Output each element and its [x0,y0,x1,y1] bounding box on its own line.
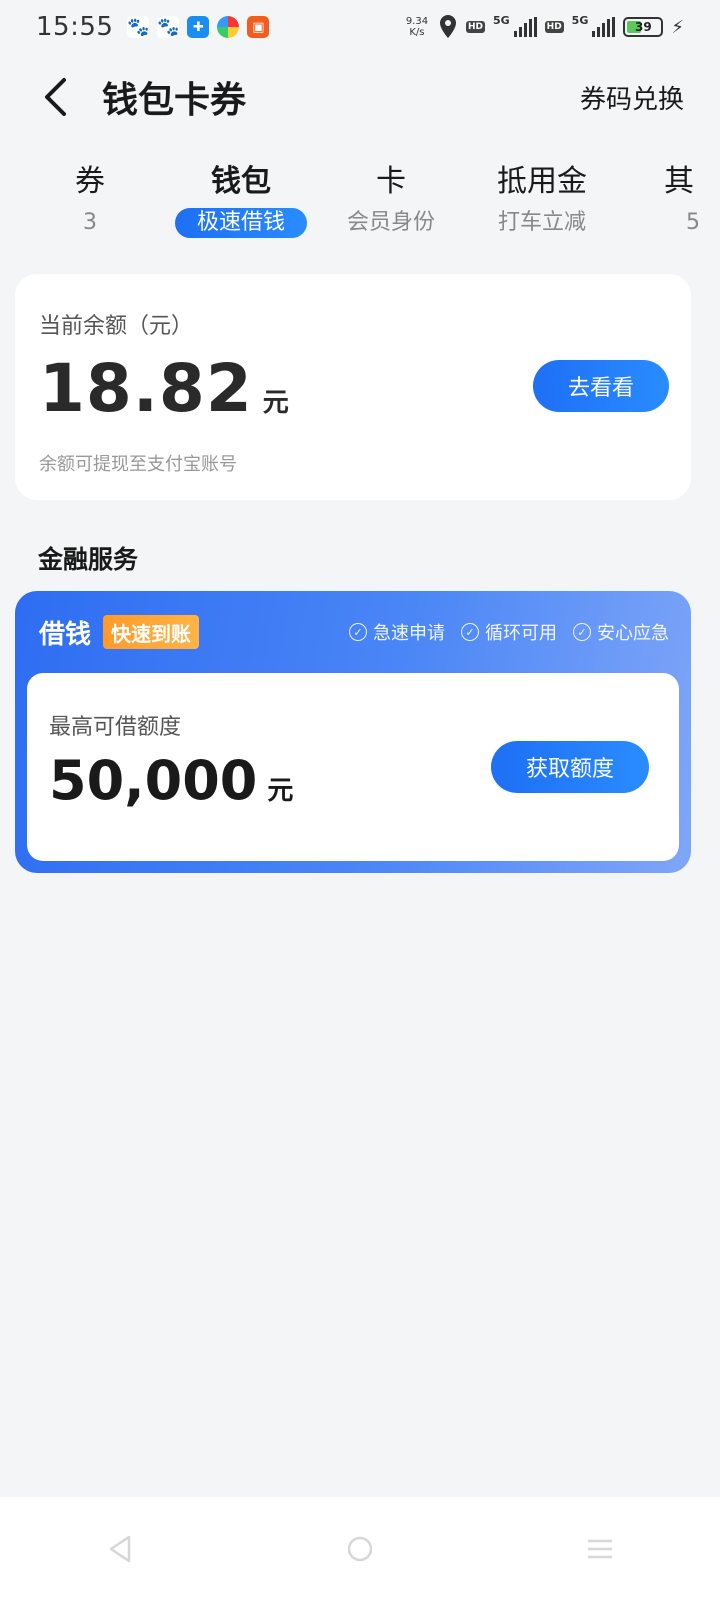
notification-icons: 🐾 🐾 ✚ ▣ [127,16,270,38]
paw-app-icon-2: 🐾 [157,16,180,38]
net-speed: 9.34 K/s [404,16,430,38]
location-icon [439,15,456,38]
get-limit-button[interactable]: 获取额度 [491,741,649,793]
tab-count: 3 [83,210,97,235]
nav-menu-button[interactable] [570,1519,630,1579]
network-type-2: 5G [571,14,589,27]
battery-level: 39 [635,20,652,34]
net-speed-value: 9.34 [405,16,429,27]
charging-icon: ⚡ [671,16,684,38]
menu-lines-icon [587,1539,613,1558]
net-speed-unit: K/s [409,27,425,38]
nav-home-button[interactable] [330,1519,390,1579]
balance-value: 18.82 [39,350,253,427]
fast-arrival-badge: 快速到账 [103,615,200,649]
color-wheel-app-icon [217,16,240,38]
status-indicators: 9.34 K/s HD 5G HD 5G 39 ⚡ [404,14,684,40]
limit-label: 最高可借额度 [49,715,182,740]
paw-app-icon: 🐾 [127,16,150,38]
feature-label: 循环可用 [485,623,557,644]
orange-app-icon: ▣ [247,16,270,38]
tab-cards[interactable]: 卡 会员身份 [316,160,466,238]
tab-subtitle: 打车立减 [497,210,586,235]
limit-amount: 50,000 元 [49,749,293,812]
signal-bars-icon-2 [592,17,616,37]
triangle-back-icon [109,1535,131,1562]
balance-unit: 元 [262,388,289,418]
signal-bars-icon-1 [513,17,537,37]
tab-title: 钱包 [211,164,271,199]
view-balance-button[interactable]: 去看看 [533,360,669,412]
check-circle-icon: ✓ [573,623,591,641]
status-time: 15:55 [36,12,114,42]
system-nav-bar [0,1497,720,1600]
page-title: 钱包卡券 [102,80,247,121]
network-type-1: 5G [492,14,510,27]
tab-other[interactable]: 其 5 [664,160,720,238]
check-circle-icon: ✓ [349,623,367,641]
back-button[interactable] [20,62,90,132]
feature-label: 安心应急 [597,623,669,644]
tab-count: 5 [686,210,700,235]
loan-card-header: 借钱 快速到账 ✓ 急速申请 ✓ 循环可用 ✓ 安心应急 [15,591,691,673]
loan-limit-panel: 最高可借额度 50,000 元 获取额度 [27,673,679,861]
check-circle-icon: ✓ [461,623,479,641]
circle-home-icon [347,1536,373,1561]
limit-unit: 元 [267,776,294,806]
nav-back-button[interactable] [90,1519,150,1579]
status-bar: 15:55 🐾 🐾 ✚ ▣ 9.34 K/s HD 5G HD 5G 39 ⚡ [0,0,720,54]
category-tabs: 券 3 钱包 极速借钱 卡 会员身份 抵用金 打车立减 其 5 [0,160,720,250]
limit-value: 50,000 [49,749,258,812]
header: 钱包卡券 券码兑换 [0,62,720,132]
loan-feature: ✓ 安心应急 [573,619,669,645]
tab-subtitle: 会员身份 [346,210,435,235]
loan-feature-list: ✓ 急速申请 ✓ 循环可用 ✓ 安心应急 [349,619,669,645]
tab-title: 券 [75,164,105,199]
loan-feature: ✓ 急速申请 [349,619,445,645]
loan-title: 借钱 [39,619,92,650]
loan-card[interactable]: 借钱 快速到账 ✓ 急速申请 ✓ 循环可用 ✓ 安心应急 最高可借额度 50,0… [15,591,691,873]
redeem-code-link[interactable]: 券码兑换 [580,79,684,116]
feature-label: 急速申请 [373,623,445,644]
balance-card: 当前余额（元） 18.82 元 余额可提现至支付宝账号 去看看 [15,274,691,500]
tab-coupons[interactable]: 券 3 [15,160,165,238]
tab-subtitle-badge: 极速借钱 [174,208,307,238]
battery-icon: 39 [623,17,664,37]
balance-label: 当前余额（元） [39,314,194,339]
tab-wallet[interactable]: 钱包 极速借钱 [166,160,316,238]
back-arrow-icon [45,78,66,116]
puzzle-app-icon: ✚ [187,16,210,38]
balance-note: 余额可提现至支付宝账号 [39,454,237,475]
tab-vouchers[interactable]: 抵用金 打车立减 [467,160,617,238]
loan-feature: ✓ 循环可用 [461,619,557,645]
tab-title: 其 [664,164,694,199]
section-title-finance: 金融服务 [38,545,139,574]
tab-title: 卡 [376,164,406,199]
balance-amount: 18.82 元 [39,350,289,427]
tab-title: 抵用金 [497,164,587,199]
hd-badge-1: HD [465,21,485,33]
hd-badge-2: HD [544,21,564,33]
